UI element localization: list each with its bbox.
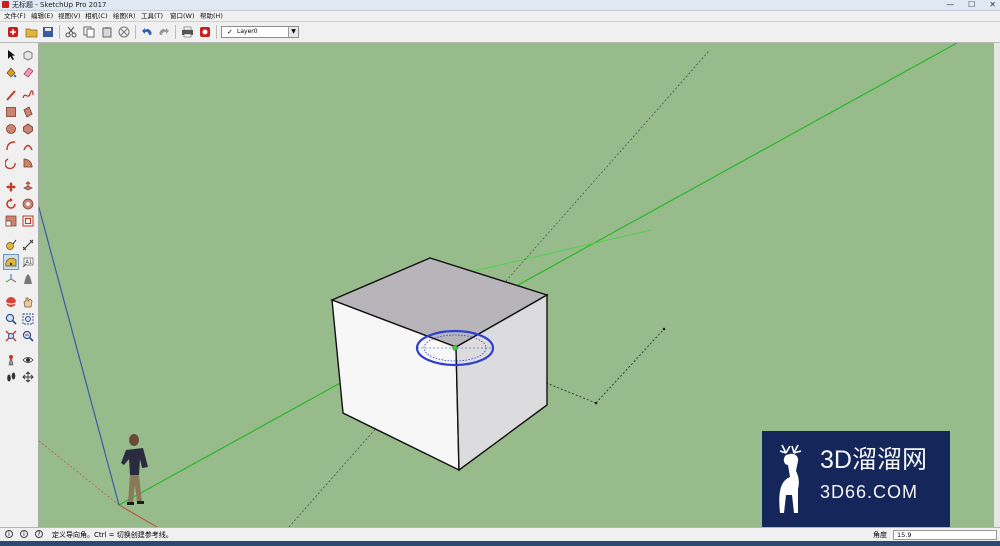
eraser-icon[interactable]	[21, 65, 35, 79]
open-folder-icon[interactable]	[24, 25, 38, 39]
svg-text:A1: A1	[26, 260, 33, 266]
window-controls: — ☐ ✕	[946, 0, 996, 10]
polygon-icon[interactable]	[21, 122, 35, 136]
walk-arrows-icon[interactable]	[21, 370, 35, 384]
deer-logo-icon	[779, 444, 802, 513]
zoom-extents-icon[interactable]	[4, 329, 18, 343]
dimension-icon[interactable]	[21, 238, 35, 252]
freehand-icon[interactable]	[21, 88, 35, 102]
move-icon[interactable]	[4, 180, 18, 194]
watermark-text-cn: 3D溜溜网	[820, 446, 927, 474]
menu-draw[interactable]: 绘图(R)	[113, 11, 136, 21]
status-bar: i i ? 定义导向角。Ctrl = 切换创建参考线。 角度 15.9	[0, 527, 1000, 542]
rectangle-icon[interactable]	[4, 105, 18, 119]
watermark-text-url: 3D66.COM	[820, 482, 919, 502]
os-taskbar	[0, 541, 1000, 546]
measure-guide-b	[595, 328, 665, 404]
position-camera-icon[interactable]	[4, 353, 18, 367]
red-axis-dashed	[39, 440, 120, 506]
cut-icon[interactable]	[64, 25, 78, 39]
select-arrow-icon[interactable]	[4, 48, 18, 62]
layer-value: Layer0	[237, 28, 258, 35]
title-bar: 无标题 - SketchUp Pro 2017 — ☐ ✕	[0, 0, 1000, 11]
redo-icon[interactable]	[157, 25, 171, 39]
offset-icon[interactable]	[21, 214, 35, 228]
red-axis-line	[118, 504, 158, 527]
previous-view-icon[interactable]	[21, 329, 35, 343]
window-title: 无标题 - SketchUp Pro 2017	[12, 1, 107, 9]
credits-icon[interactable]: i	[20, 530, 28, 538]
two-point-arc-icon[interactable]	[21, 139, 35, 153]
make-component-icon[interactable]	[21, 48, 35, 62]
zoom-window-icon[interactable]	[21, 312, 35, 326]
zoom-icon[interactable]	[4, 312, 18, 326]
minimize-button[interactable]: —	[946, 0, 954, 10]
watermark-logo: 3D溜溜网 3D66.COM	[762, 431, 950, 527]
menu-edit[interactable]: 编辑(E)	[31, 11, 53, 21]
scale-icon[interactable]	[4, 214, 18, 228]
measurement-input[interactable]: 15.9	[893, 530, 997, 540]
print-icon[interactable]	[180, 25, 194, 39]
main-toolbar: ✓ Layer0 ▼	[0, 22, 1000, 43]
rotated-rectangle-icon[interactable]	[21, 105, 35, 119]
scale-figure	[121, 434, 148, 505]
tool-palette: A1	[0, 43, 39, 527]
circle-icon[interactable]	[4, 122, 18, 136]
model-info-icon[interactable]	[198, 25, 212, 39]
sketchup-app-icon	[2, 1, 9, 8]
follow-me-icon[interactable]	[21, 197, 35, 211]
status-hint: 定义导向角。Ctrl = 切换创建参考线。	[52, 531, 173, 539]
push-pull-icon[interactable]	[21, 180, 35, 194]
measurement-label: 角度	[873, 531, 887, 539]
look-around-eye-icon[interactable]	[21, 353, 35, 367]
erase-icon[interactable]	[117, 25, 131, 39]
tape-measure-icon[interactable]	[4, 238, 18, 252]
three-point-arc-icon[interactable]	[4, 156, 18, 170]
menu-window[interactable]: 窗口(W)	[170, 11, 195, 21]
copy-icon[interactable]	[82, 25, 96, 39]
layer-check-icon: ✓	[227, 28, 233, 36]
maximize-button[interactable]: ☐	[968, 0, 975, 10]
rotate-icon[interactable]	[4, 197, 18, 211]
section-plane-icon[interactable]	[21, 272, 35, 286]
menu-view[interactable]: 视图(V)	[58, 11, 81, 21]
help-toggle-icon[interactable]: ?	[35, 530, 43, 538]
menu-camera[interactable]: 相机(C)	[85, 11, 108, 21]
viewport-edge	[994, 43, 1000, 527]
save-icon[interactable]	[41, 25, 55, 39]
new-file-icon[interactable]	[6, 25, 20, 39]
axes-icon[interactable]	[4, 272, 18, 286]
paint-bucket-icon[interactable]	[4, 65, 18, 79]
menu-tools[interactable]: 工具(T)	[141, 11, 163, 21]
close-button[interactable]: ✕	[989, 0, 996, 10]
paste-icon[interactable]	[100, 25, 114, 39]
pan-hand-icon[interactable]	[21, 295, 35, 309]
menu-help[interactable]: 帮助(H)	[200, 11, 223, 21]
inference-green-line	[456, 229, 652, 276]
layer-dropdown[interactable]: ✓ Layer0 ▼	[221, 26, 299, 38]
walk-footprints-icon[interactable]	[4, 370, 18, 384]
menu-bar: 文件(F) 编辑(E) 视图(V) 相机(C) 绘图(R) 工具(T) 窗口(W…	[0, 11, 1000, 21]
arc-icon[interactable]	[4, 139, 18, 153]
geo-location-icon[interactable]: i	[5, 530, 13, 538]
menu-file[interactable]: 文件(F)	[4, 11, 26, 21]
pie-icon[interactable]	[21, 156, 35, 170]
chevron-down-icon[interactable]: ▼	[288, 27, 298, 37]
blue-axis-line	[39, 205, 120, 506]
line-pencil-icon[interactable]	[4, 88, 18, 102]
orbit-icon[interactable]	[4, 295, 18, 309]
text-tool-icon[interactable]: A1	[21, 255, 35, 269]
undo-icon[interactable]	[140, 25, 154, 39]
protractor-icon[interactable]	[3, 254, 19, 270]
